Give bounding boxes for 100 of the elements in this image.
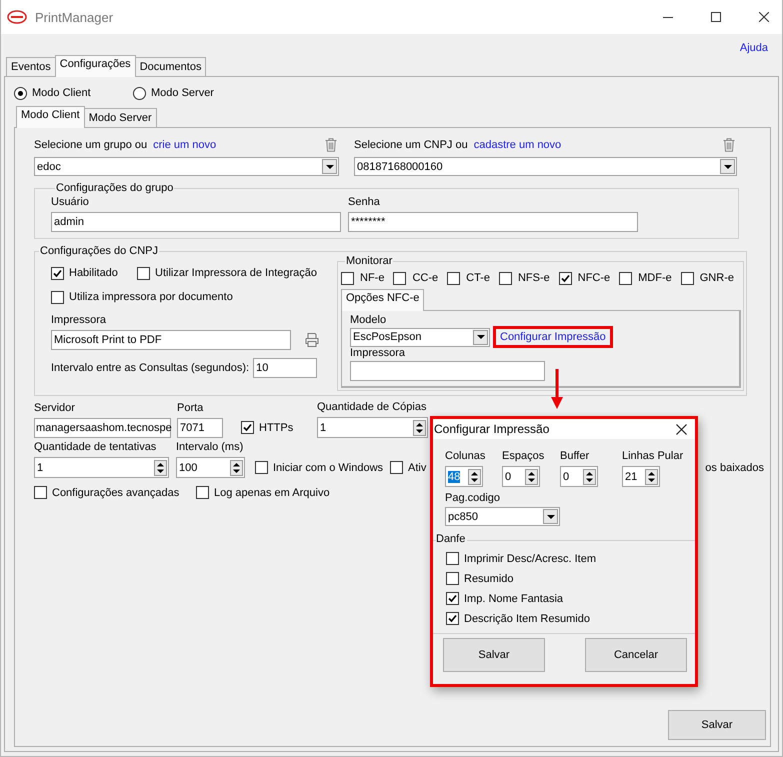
app-logo-icon <box>7 10 27 24</box>
checkbox[interactable] <box>393 272 406 284</box>
cancel-button[interactable]: Cancelar <box>585 638 687 672</box>
checkbox-label: NFC-e <box>578 272 610 284</box>
text-field[interactable]: 7071 <box>177 418 223 438</box>
checkbox[interactable] <box>680 272 694 284</box>
help-link[interactable]: Ajuda <box>740 42 768 54</box>
checkbox[interactable] <box>446 612 459 625</box>
checkbox[interactable] <box>196 486 209 499</box>
number-spinner[interactable]: 0 <box>502 466 540 487</box>
field-label: Pag.codigo <box>445 492 502 504</box>
field-label: Senha <box>348 196 381 208</box>
create-link[interactable]: cadastre um novo <box>474 139 562 151</box>
checkbox[interactable] <box>137 266 150 280</box>
tab[interactable]: Modo Server <box>84 108 157 127</box>
spin-arrows-icon[interactable] <box>413 420 426 436</box>
text-field[interactable]: managersaashom.tecnospe <box>34 418 171 438</box>
group-title: Configurações do grupo <box>55 182 174 194</box>
checkbox[interactable] <box>558 272 572 284</box>
checkbox-label: Log apenas em Arquivo <box>214 486 330 498</box>
spin-arrows-icon[interactable] <box>154 460 167 476</box>
tab[interactable]: Eventos <box>6 57 56 76</box>
field-label: Linhas Pular <box>622 450 684 462</box>
checkbox-label: NF-e <box>360 272 384 284</box>
checkbox-label: Resumido <box>464 572 514 584</box>
checkbox[interactable] <box>241 421 254 434</box>
number-spinner[interactable]: 1 <box>317 417 428 438</box>
group-title: Danfe <box>436 533 468 545</box>
number-spinner[interactable]: 1 <box>34 457 169 478</box>
checkbox[interactable] <box>619 272 632 284</box>
tab[interactable]: Opções NFC-e <box>341 289 424 311</box>
field-label: Espaços <box>502 450 546 462</box>
checkbox[interactable] <box>255 461 268 474</box>
checkbox[interactable] <box>390 461 403 474</box>
checkbox[interactable] <box>34 486 47 499</box>
field-label: Selecione um grupo ou <box>34 139 148 151</box>
dropdown[interactable]: 08187168000160 <box>354 157 737 176</box>
checkbox[interactable] <box>446 592 459 605</box>
field-label: Buffer <box>560 450 590 462</box>
checkbox-label: MDF-e <box>638 272 672 284</box>
caret-icon <box>724 164 732 168</box>
checkbox-label: Descrição Item Resumido <box>464 612 590 624</box>
checkbox[interactable] <box>446 552 459 565</box>
trash-icon[interactable] <box>723 138 735 152</box>
checkbox-label: HTTPs <box>259 422 294 434</box>
radio-label: Modo Server <box>151 87 214 99</box>
create-link[interactable]: crie um novo <box>153 139 216 151</box>
close-icon[interactable] <box>759 12 769 22</box>
password-field[interactable]: ******** <box>348 212 638 232</box>
dialog-title: Configurar Impressão <box>434 422 550 436</box>
save-button[interactable]: Salvar <box>443 638 545 672</box>
window-title: PrintManager <box>35 10 114 24</box>
spin-arrows-icon[interactable] <box>583 468 596 484</box>
checkbox-label: Imprimir Desc/Acresc. Item <box>464 552 596 564</box>
save-button[interactable]: Salvar <box>668 710 766 740</box>
dropdown[interactable]: pc850 <box>445 507 560 526</box>
field-label: Impressora <box>350 347 406 359</box>
printer-icon[interactable] <box>304 332 320 348</box>
tab[interactable]: Modo Client <box>16 106 85 128</box>
maximize-icon[interactable] <box>711 12 721 22</box>
spin-arrows-icon[interactable] <box>645 468 658 484</box>
field-label: Porta <box>177 402 204 414</box>
text-field[interactable]: Microsoft Print to PDF <box>51 330 291 350</box>
number-spinner[interactable]: 100 <box>176 457 245 478</box>
checkbox[interactable] <box>498 272 512 284</box>
dropdown[interactable]: EscPosEpson <box>350 328 490 346</box>
checkbox[interactable] <box>341 272 354 284</box>
trash-icon[interactable] <box>325 138 337 152</box>
number-spinner[interactable]: 48 <box>445 466 483 487</box>
radio-label: Modo Client <box>32 87 91 99</box>
spin-arrows-icon[interactable] <box>525 468 538 484</box>
tab[interactable]: Configurações <box>54 55 136 77</box>
spin-arrows-icon[interactable] <box>468 468 481 484</box>
checkbox-label: Iniciar com o Windows <box>273 462 384 474</box>
checkbox-label: Configurações avançadas <box>52 486 180 498</box>
field-label: Quantidade de Cópias <box>317 401 428 413</box>
checkbox[interactable] <box>51 266 64 280</box>
number-spinner[interactable]: 21 <box>622 466 660 487</box>
checkbox[interactable] <box>447 272 460 284</box>
number-spinner[interactable]: 0 <box>560 466 598 487</box>
checkbox[interactable] <box>51 290 64 304</box>
checkbox[interactable] <box>446 572 459 585</box>
dropdown[interactable]: edoc <box>34 157 339 176</box>
checkbox-label: Habilitado <box>69 267 118 279</box>
configure-link[interactable]: Configurar Impressão <box>500 331 606 343</box>
text-field[interactable]: admin <box>51 212 341 232</box>
field-label: Usuário <box>51 196 90 208</box>
spin-arrows-icon[interactable] <box>230 460 243 476</box>
radio-button[interactable] <box>133 86 146 100</box>
group-title: Configurações do CNPJ <box>39 245 160 257</box>
checkbox-label: Ativ <box>408 462 426 474</box>
checkbox-label: Utiliza impressora por documento <box>69 291 233 303</box>
text-field[interactable] <box>350 361 545 381</box>
checkbox-label: CC-e <box>412 272 438 284</box>
radio-button[interactable] <box>14 86 27 100</box>
number-field[interactable]: 10 <box>253 358 318 378</box>
tab[interactable]: Documentos <box>134 57 206 76</box>
field-label: Impressora <box>51 314 108 326</box>
close-icon[interactable] <box>676 424 687 434</box>
checkbox-label: Imp. Nome Fantasia <box>464 592 564 604</box>
